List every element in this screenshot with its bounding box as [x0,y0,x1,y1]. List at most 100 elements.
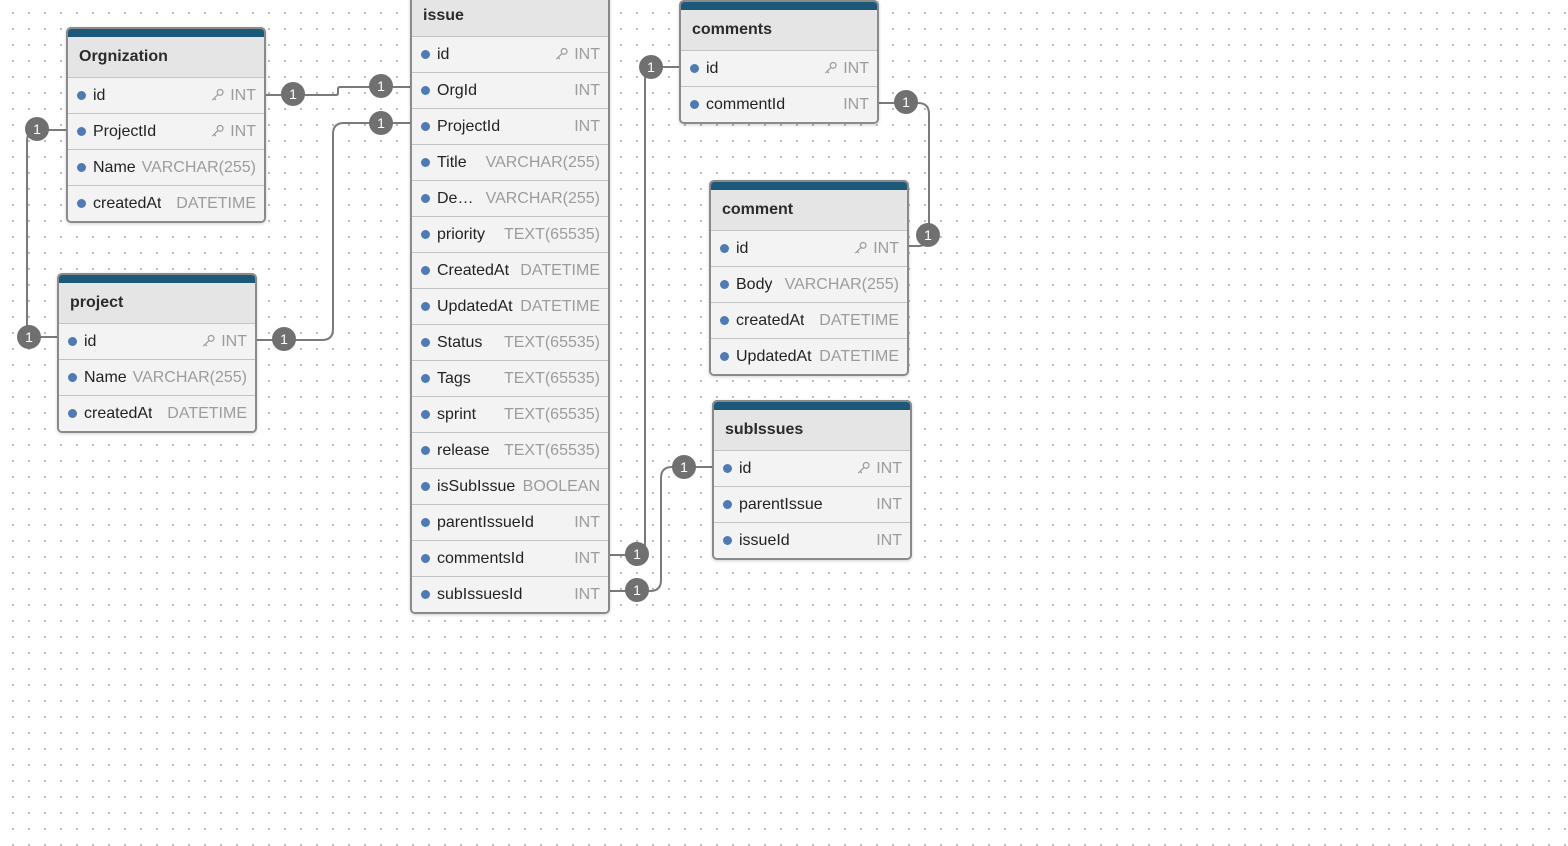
field-row[interactable]: parentIssueId INT [412,505,608,541]
field-name: commentId [706,96,786,113]
key-icon [554,39,569,60]
field-row[interactable]: priority TEXT(65535) [412,217,608,253]
field-dot-icon [421,302,430,311]
field-dot-icon [421,590,430,599]
field-type: TEXT(65535) [499,217,600,252]
relationship-line[interactable] [265,86,410,96]
field-type: INT [206,114,256,149]
field-dot-icon [723,536,732,545]
field-name: Name [93,159,136,176]
table-title[interactable]: Orgnization [68,37,264,78]
table-header-bar [68,29,264,37]
cardinality-label: 1 [289,86,297,102]
field-dot-icon [421,338,430,347]
field-dot-icon [77,163,86,172]
field-row[interactable]: createdAt DATETIME [59,396,255,431]
field-row[interactable]: createdAt DATETIME [68,186,264,221]
field-row[interactable]: commentsId INT [412,541,608,577]
field-type: TEXT(65535) [499,397,600,432]
field-row[interactable]: OrgId INT [412,73,608,109]
field-row[interactable]: UpdatedAt DATETIME [711,339,907,374]
relationship-line[interactable] [609,466,712,592]
field-type-label: INT [574,82,600,99]
field-dot-icon [723,500,732,509]
field-name: Status [437,334,483,351]
relationship-line[interactable] [609,66,679,556]
field-row[interactable]: ProjectId INT [412,109,608,145]
field-row[interactable]: Status TEXT(65535) [412,325,608,361]
field-type-label: INT [230,87,256,104]
field-row[interactable]: id INT [681,51,877,87]
field-type: INT [872,487,902,522]
field-row[interactable]: Name VARCHAR(255) [68,150,264,186]
key-icon [823,53,838,74]
table-comments[interactable]: comments id INT commentId INT [679,0,879,124]
table-orgnization[interactable]: Orgnization id INT ProjectId INT Name VARCHAR… [66,27,266,223]
field-row[interactable]: id INT [412,37,608,73]
cardinality-badge: 1 [369,111,393,135]
field-dot-icon [68,337,77,346]
table-comment[interactable]: comment id INT Body VARCHAR(255) createdAt DA… [709,180,909,376]
field-name: id [93,87,106,104]
field-type-label: VARCHAR(255) [784,276,899,293]
field-row[interactable]: issueId INT [714,523,910,558]
field-dot-icon [77,199,86,208]
field-name: UpdatedAt [437,298,513,315]
field-dot-icon [77,91,86,100]
field-row[interactable]: UpdatedAt DATETIME [412,289,608,325]
field-row[interactable]: CreatedAt DATETIME [412,253,608,289]
field-row[interactable]: createdAt DATETIME [711,303,907,339]
table-title[interactable]: subIssues [714,410,910,451]
field-name: ProjectId [437,118,501,135]
table-project[interactable]: project id INT Name VARCHAR(255) createdAt DA… [57,273,257,433]
field-type-label: INT [574,118,600,135]
field-row[interactable]: De… VARCHAR(255) [412,181,608,217]
cardinality-label: 1 [25,329,33,345]
field-row[interactable]: sprint TEXT(65535) [412,397,608,433]
field-type-label: DATETIME [819,312,899,329]
relationship-line[interactable] [256,122,410,341]
field-type: DATETIME [172,186,256,221]
cardinality-badge: 1 [639,55,663,79]
field-name: id [84,333,97,350]
field-row[interactable]: ProjectId INT [68,114,264,150]
table-subissues[interactable]: subIssues id INT parentIssue INT issueId INT [712,400,912,560]
field-type: INT [849,231,899,266]
table-title[interactable]: project [59,283,255,324]
field-type: INT [550,37,600,72]
field-name: De… [437,190,474,207]
field-row[interactable]: id INT [711,231,907,267]
field-type-label: DATETIME [167,405,247,422]
field-row[interactable]: id INT [714,451,910,487]
field-type: TEXT(65535) [499,325,600,360]
field-name: parentIssueId [437,514,534,531]
field-name: OrgId [437,82,478,99]
field-row[interactable]: Tags TEXT(65535) [412,361,608,397]
field-row[interactable]: isSubIssue BOOLEAN [412,469,608,505]
key-icon [201,326,216,347]
field-dot-icon [421,194,430,203]
table-title[interactable]: issue [412,0,608,37]
field-row[interactable]: id INT [68,78,264,114]
field-row[interactable]: release TEXT(65535) [412,433,608,469]
field-row[interactable]: parentIssue INT [714,487,910,523]
field-type: DATETIME [163,396,247,431]
field-dot-icon [723,464,732,473]
field-list: id INT ProjectId INT Name VARCHAR(255) created… [68,78,264,221]
diagram-canvas[interactable]: 1 1 1 1 1 1 1 1 1 1 1 1 Orgnization id INT ProjectId I… [0,0,1568,846]
field-row[interactable]: Title VARCHAR(255) [412,145,608,181]
field-row[interactable]: Name VARCHAR(255) [59,360,255,396]
field-type-label: DATETIME [176,195,256,212]
field-name: createdAt [736,312,805,329]
field-name: id [739,460,752,477]
field-dot-icon [421,446,430,455]
field-row[interactable]: Body VARCHAR(255) [711,267,907,303]
field-row[interactable]: commentId INT [681,87,877,122]
table-title[interactable]: comments [681,10,877,51]
field-type: VARCHAR(255) [481,181,600,216]
table-title[interactable]: comment [711,190,907,231]
field-row[interactable]: subIssuesId INT [412,577,608,612]
field-row[interactable]: id INT [59,324,255,360]
field-name: id [437,46,450,63]
table-issue[interactable]: issue id INT OrgId INT ProjectId INT Title VARC… [410,0,610,614]
